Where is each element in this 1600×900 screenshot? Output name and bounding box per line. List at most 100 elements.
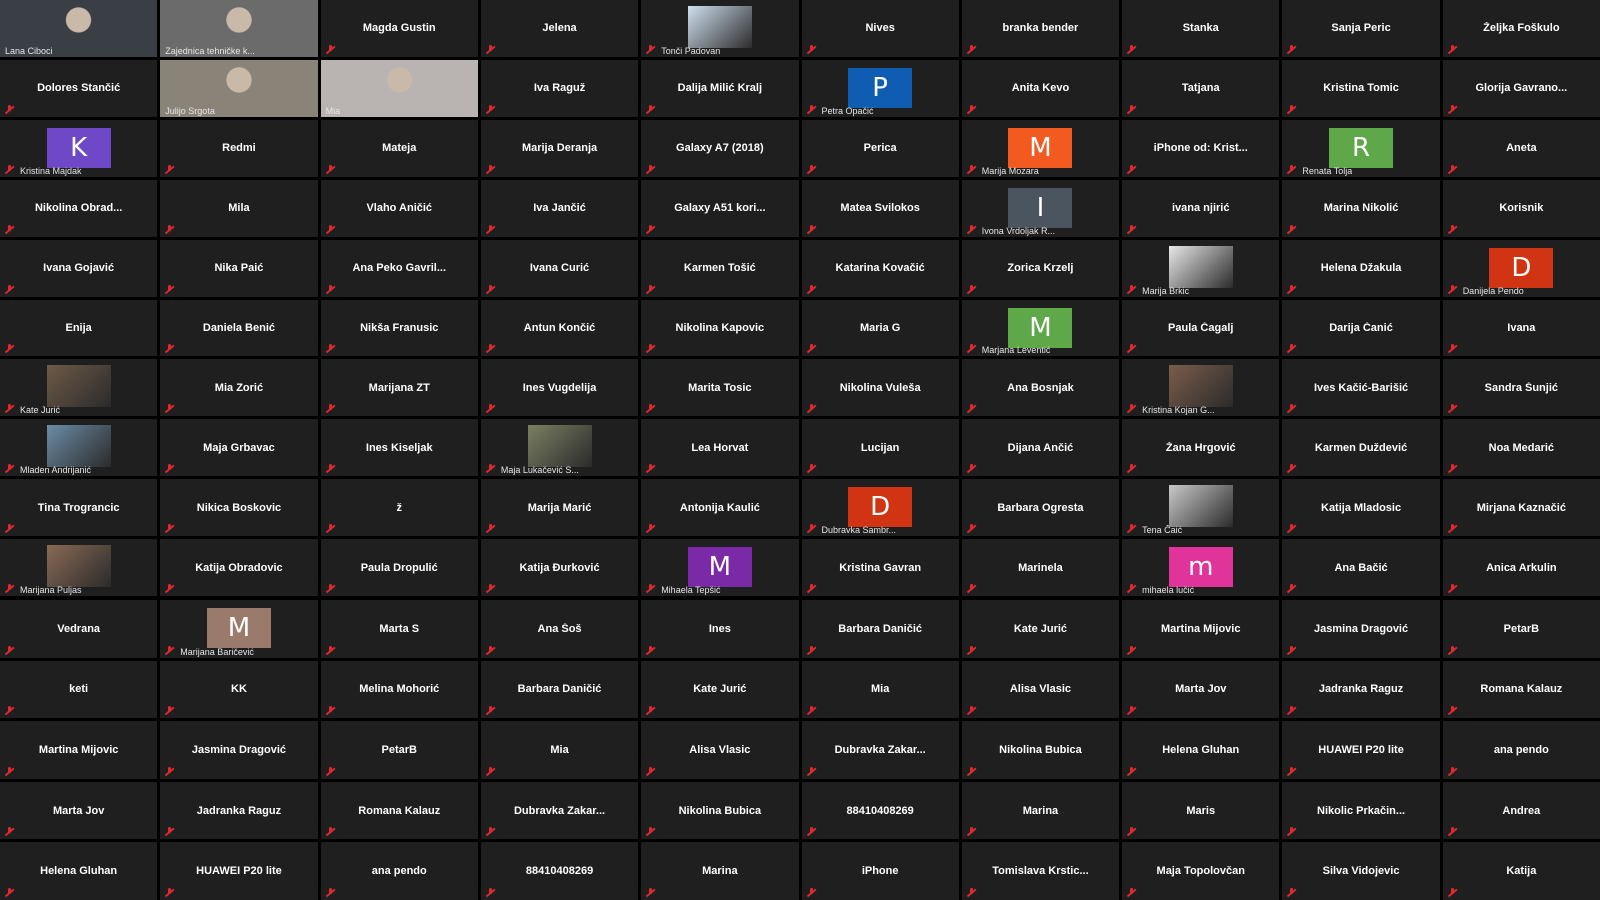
participant-tile-keti[interactable]: keti: [0, 660, 158, 719]
participant-tile-marijana-zt[interactable]: Marijana ZT: [320, 359, 478, 417]
participant-tile-ana-pendo[interactable]: ana pendo: [1442, 721, 1600, 779]
participant-tile-kk[interactable]: KK: [160, 660, 318, 719]
participant-tile-antun-koncic[interactable]: Antun Končić: [480, 299, 639, 357]
participant-tile-iva-jancic[interactable]: Iva Jančić: [480, 179, 639, 237]
participant-tile-iva-raguz[interactable]: Iva Raguž: [480, 59, 639, 117]
participant-tile-ives-kacic-barisic[interactable]: Ives Kačić-Barišić: [1282, 359, 1440, 417]
participant-tile-ines[interactable]: Ines: [641, 600, 799, 658]
participant-tile-barbara-ogresta[interactable]: Barbara Ogresta: [961, 479, 1120, 537]
participant-tile-mladen-andrijanic[interactable]: Mladen Andrijanić: [0, 419, 158, 477]
participant-tile-maja-lukacevic-s[interactable]: Maja Lukačević S...: [480, 419, 639, 477]
participant-tile-ana-pendo[interactable]: ana pendo: [320, 842, 478, 900]
participant-tile-katija[interactable]: Katija: [1442, 842, 1600, 900]
participant-tile-matea-svilokos[interactable]: Matea Svilokos: [801, 179, 959, 237]
participant-tile-romana-kalauz[interactable]: Romana Kalauz: [1442, 660, 1600, 719]
participant-tile-silva-vidojevic[interactable]: Silva Vidojevic: [1282, 842, 1440, 900]
participant-tile-vedrana[interactable]: Vedrana: [0, 600, 158, 658]
participant-tile-anita-kevo[interactable]: Anita Kevo: [961, 59, 1120, 117]
participant-tile-marina-nikolic[interactable]: Marina Nikolić: [1282, 179, 1440, 237]
participant-tile-ivana-curic[interactable]: Ivana Curić: [480, 239, 639, 297]
participant-tile-darija-canic[interactable]: Darija Čanić: [1282, 299, 1440, 357]
participant-tile-88410408269[interactable]: 88410408269: [801, 781, 959, 840]
participant-tile-alisa-vlasic[interactable]: Alisa Vlasic: [641, 721, 799, 779]
participant-tile-marjana-leventic[interactable]: M Marjana Leventić: [961, 299, 1120, 357]
participant-tile-renata-tolja[interactable]: R Renata Tolja: [1282, 119, 1440, 177]
participant-tile-martina-mijovic[interactable]: Martina Mijovic: [0, 721, 158, 779]
participant-tile-zajednica-tehnicke-k[interactable]: Zajednica tehničke k...: [160, 0, 318, 57]
participant-tile-nikica-boskovic[interactable]: Nikica Boskovic: [160, 479, 318, 537]
participant-tile-nikolina-kapovic[interactable]: Nikolina Kapovic: [641, 299, 799, 357]
participant-tile-korisnik[interactable]: Korisnik: [1442, 179, 1600, 237]
participant-tile-marta-jov[interactable]: Marta Jov: [1122, 660, 1280, 719]
participant-tile-redmi[interactable]: Redmi: [160, 119, 318, 177]
participant-tile-nikolic-prkacin[interactable]: Nikolic Prkačin...: [1282, 781, 1440, 840]
participant-tile-tatjana[interactable]: Tatjana: [1122, 59, 1280, 117]
participant-tile-mila[interactable]: Mila: [160, 179, 318, 237]
participant-tile-glorija-gavrano[interactable]: Glorija Gavrano...: [1442, 59, 1600, 117]
participant-tile-marija-deranja[interactable]: Marija Deranja: [480, 119, 639, 177]
participant-tile-petarb[interactable]: PetarB: [1442, 600, 1600, 658]
participant-tile-ivona-vrdoljak-r[interactable]: I Ivona Vrdoljak R...: [961, 179, 1120, 237]
participant-tile-nikolina-bubica[interactable]: Nikolina Bubica: [641, 781, 799, 840]
participant-tile-marijana-baricevic[interactable]: M Marijana Baričević: [160, 600, 318, 658]
participant-tile-danijela-pendo[interactable]: D Danijela Pendo: [1442, 239, 1600, 297]
participant-tile-marinela[interactable]: Marinela: [961, 539, 1120, 596]
participant-tile-jadranka-raguz[interactable]: Jadranka Raguz: [1282, 660, 1440, 719]
participant-tile-barbara-danicic[interactable]: Barbara Daničić: [480, 660, 639, 719]
participant-tile-ivana-gojavic[interactable]: Ivana Gojavić: [0, 239, 158, 297]
participant-tile-kristina-gavran[interactable]: Kristina Gavran: [801, 539, 959, 596]
participant-tile-88410408269[interactable]: 88410408269: [480, 842, 639, 900]
participant-tile-zana-hrgovic[interactable]: Žana Hrgović: [1122, 419, 1280, 477]
participant-tile-iphone[interactable]: iPhone: [801, 842, 959, 900]
participant-tile-ana-bacic[interactable]: Ana Bačić: [1282, 539, 1440, 596]
participant-tile-romana-kalauz[interactable]: Romana Kalauz: [320, 781, 478, 840]
participant-tile-galaxy-a51-kori[interactable]: Galaxy A51 kori...: [641, 179, 799, 237]
participant-tile-ana-peko-gavril[interactable]: Ana Peko Gavril...: [320, 239, 478, 297]
participant-tile-katarina-kovacic[interactable]: Katarina Kovačić: [801, 239, 959, 297]
participant-tile-alisa-vlasic[interactable]: Alisa Vlasic: [961, 660, 1120, 719]
participant-tile-stanka[interactable]: Stanka: [1122, 0, 1280, 57]
participant-tile-marina[interactable]: Marina: [641, 842, 799, 900]
participant-tile-perica[interactable]: Perica: [801, 119, 959, 177]
participant-tile-sandra-sunjic[interactable]: Sandra Šunjić: [1442, 359, 1600, 417]
participant-tile-mia[interactable]: Mia: [320, 59, 478, 117]
participant-tile-jasmina-dragovic[interactable]: Jasmina Dragović: [160, 721, 318, 779]
participant-tile-maris[interactable]: Maris: [1122, 781, 1280, 840]
participant-tile-maja-grbavac[interactable]: Maja Grbavac: [160, 419, 318, 477]
participant-tile-petra-opacic[interactable]: P Petra Opačić: [801, 59, 959, 117]
participant-tile-mia[interactable]: Mia: [480, 721, 639, 779]
participant-tile-mihaela-lucic[interactable]: m mihaela lučić: [1122, 539, 1280, 596]
participant-tile-jasmina-dragovic[interactable]: Jasmina Dragović: [1282, 600, 1440, 658]
participant-tile-kristina-tomic[interactable]: Kristina Tomic: [1282, 59, 1440, 117]
participant-tile-ana-bosnjak[interactable]: Ana Bosnjak: [961, 359, 1120, 417]
participant-tile-dolores-stancic[interactable]: Dolores Stančić: [0, 59, 158, 117]
participant-tile-kristina-majdak[interactable]: K Kristina Majdak: [0, 119, 158, 177]
participant-tile-dubravka-zakar[interactable]: Dubravka Zakar...: [801, 721, 959, 779]
participant-tile-lucijan[interactable]: Lucijan: [801, 419, 959, 477]
participant-tile-iphone-od-krist[interactable]: iPhone od: Krist...: [1122, 119, 1280, 177]
participant-tile-mateja[interactable]: Mateja: [320, 119, 478, 177]
participant-tile-marita-tosic[interactable]: Marita Tosic: [641, 359, 799, 417]
participant-tile-nikolina-vulesa[interactable]: Nikolina Vuleša: [801, 359, 959, 417]
participant-tile-maria-g[interactable]: Maria G: [801, 299, 959, 357]
participant-tile-mia[interactable]: Mia: [801, 660, 959, 719]
participant-tile-maja-topolovcan[interactable]: Maja Topolovčan: [1122, 842, 1280, 900]
participant-tile-helena-dzakula[interactable]: Helena Džakula: [1282, 239, 1440, 297]
participant-tile-marija-brkic[interactable]: Marija Brkic: [1122, 239, 1280, 297]
participant-tile-marija-maric[interactable]: Marija Marić: [480, 479, 639, 537]
participant-tile-helena-gluhan[interactable]: Helena Gluhan: [0, 842, 158, 900]
participant-tile-lea-horvat[interactable]: Lea Horvat: [641, 419, 799, 477]
participant-tile-dalija-milic-kralj[interactable]: Dalija Milić Kralj: [641, 59, 799, 117]
participant-tile-paula-dropulic[interactable]: Paula Dropulić: [320, 539, 478, 596]
participant-tile-paula-cagalj[interactable]: Paula Čagalj: [1122, 299, 1280, 357]
participant-tile-ivana[interactable]: Ivana: [1442, 299, 1600, 357]
participant-tile-mirjana-kaznacic[interactable]: Mirjana Kaznačić: [1442, 479, 1600, 537]
participant-tile-tina-trograncic[interactable]: Tina Trograncic: [0, 479, 158, 537]
participant-tile-vlaho-anicic[interactable]: Vlaho Aničić: [320, 179, 478, 237]
participant-tile-z[interactable]: ž: [320, 479, 478, 537]
participant-tile-huawei-p20-lite[interactable]: HUAWEI P20 lite: [1282, 721, 1440, 779]
participant-tile-antonija-kaulic[interactable]: Antonija Kaulić: [641, 479, 799, 537]
participant-tile-marijana-puljas[interactable]: Marijana Puljas: [0, 539, 158, 596]
participant-tile-aneta[interactable]: Aneta: [1442, 119, 1600, 177]
participant-tile-jelena[interactable]: Jelena: [480, 0, 639, 57]
